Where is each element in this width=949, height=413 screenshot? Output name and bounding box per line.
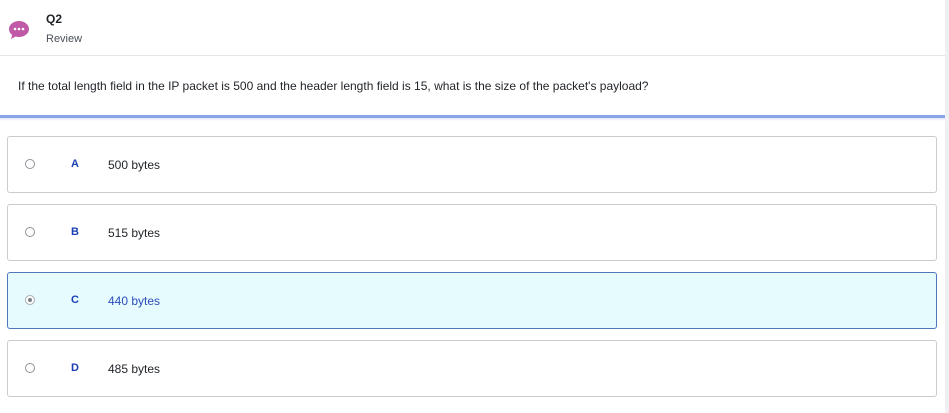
option-text: 515 bytes bbox=[108, 226, 161, 240]
option-text: 500 bytes bbox=[108, 158, 161, 172]
option-text: 440 bytes bbox=[108, 294, 161, 308]
option-b[interactable]: B 515 bytes bbox=[7, 204, 937, 261]
option-letter: C bbox=[71, 294, 79, 306]
question-area: If the total length field in the IP pack… bbox=[0, 56, 945, 116]
question-header: Q2 Review bbox=[0, 0, 945, 56]
option-letter: D bbox=[71, 362, 79, 374]
divider-shadow bbox=[0, 118, 945, 121]
radio-button[interactable] bbox=[25, 363, 35, 373]
option-text: 485 bytes bbox=[108, 362, 161, 376]
option-letter: B bbox=[71, 226, 79, 238]
quiz-page: Q2 Review If the total length field in t… bbox=[0, 0, 949, 413]
question-text: If the total length field in the IP pack… bbox=[18, 79, 649, 93]
radio-button-selected[interactable] bbox=[25, 295, 35, 305]
option-c[interactable]: C 440 bytes bbox=[7, 272, 937, 329]
radio-button[interactable] bbox=[25, 159, 35, 169]
scrollbar-track[interactable] bbox=[945, 0, 949, 413]
question-number: Q2 bbox=[46, 12, 63, 26]
option-a[interactable]: A 500 bytes bbox=[7, 136, 937, 193]
option-letter: A bbox=[71, 158, 79, 170]
radio-button[interactable] bbox=[25, 227, 35, 237]
option-d[interactable]: D 485 bytes bbox=[7, 340, 937, 397]
chat-bubble-icon bbox=[9, 21, 29, 39]
question-status: Review bbox=[46, 33, 83, 45]
